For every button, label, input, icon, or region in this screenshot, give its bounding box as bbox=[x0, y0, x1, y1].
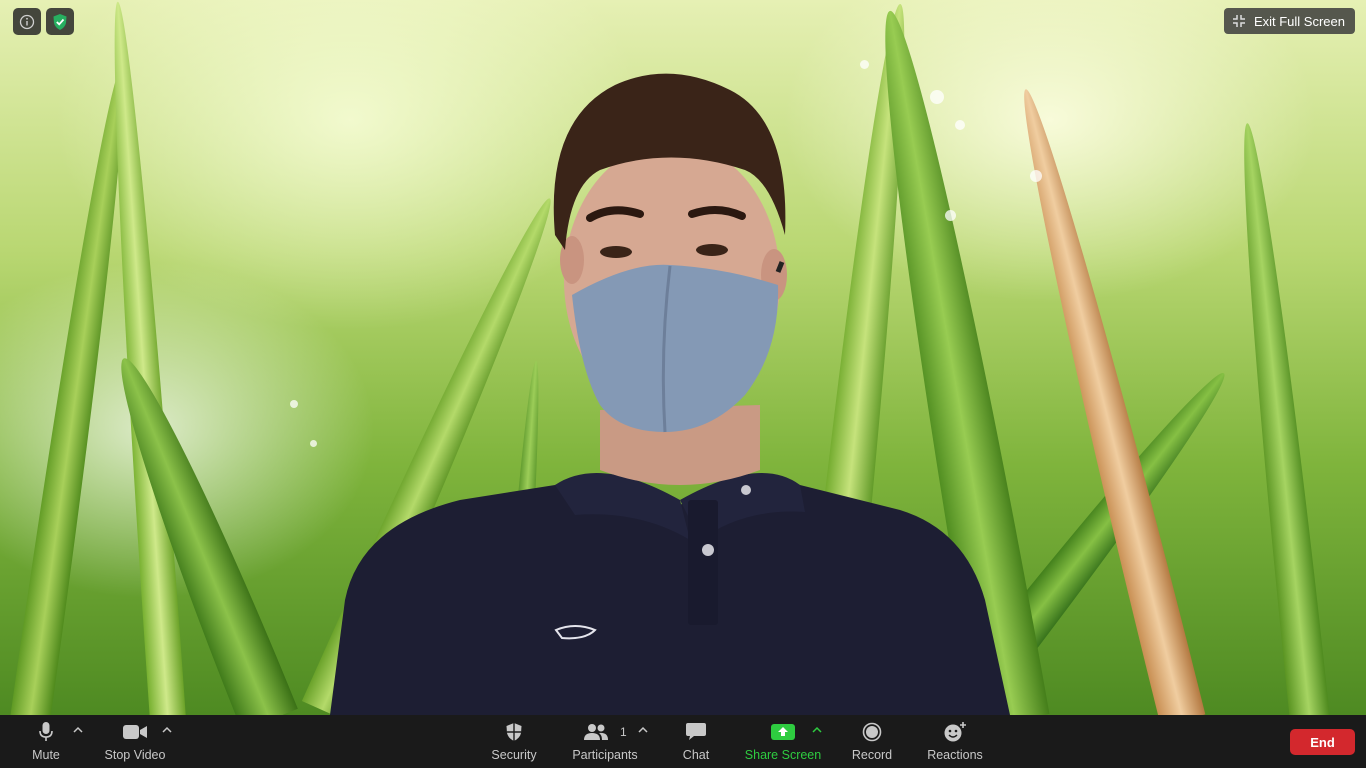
chat-bubble-icon bbox=[686, 723, 706, 740]
share-screen-button[interactable]: Share Screen bbox=[742, 715, 824, 768]
video-feed bbox=[0, 0, 1366, 715]
record-button[interactable]: Record bbox=[848, 715, 896, 768]
end-meeting-button[interactable]: End bbox=[1290, 729, 1355, 755]
participants-options-chevron-icon[interactable] bbox=[637, 725, 649, 735]
share-screen-options-chevron-icon[interactable] bbox=[811, 725, 823, 735]
chat-button[interactable]: Chat bbox=[676, 715, 716, 768]
exit-full-screen-button[interactable]: Exit Full Screen bbox=[1223, 8, 1355, 34]
record-label: Record bbox=[851, 748, 893, 762]
participants-button[interactable]: Participants bbox=[566, 715, 644, 768]
stop-video-button[interactable]: Stop Video bbox=[100, 715, 170, 768]
audio-options-chevron-icon[interactable] bbox=[72, 725, 84, 735]
mute-label: Mute bbox=[32, 748, 60, 762]
stop-video-label: Stop Video bbox=[104, 748, 166, 762]
participants-label: Participants bbox=[572, 748, 638, 762]
meeting-info-button[interactable] bbox=[13, 8, 41, 35]
video-options-chevron-icon[interactable] bbox=[161, 725, 173, 735]
exit-full-screen-label: Exit Full Screen bbox=[1253, 13, 1345, 29]
security-button[interactable]: Security bbox=[485, 715, 543, 768]
info-icon bbox=[19, 14, 35, 29]
exit-full-screen-icon bbox=[1232, 15, 1245, 27]
participants-count: 1 bbox=[620, 725, 627, 739]
record-icon bbox=[862, 722, 882, 742]
microphone-icon bbox=[39, 722, 53, 741]
participant-video bbox=[330, 73, 1010, 715]
reactions-button[interactable]: Reactions bbox=[924, 715, 986, 768]
share-screen-icon bbox=[771, 724, 795, 740]
shield-icon bbox=[506, 723, 522, 741]
meeting-toolbar: Mute Stop Video Security Participants 1 … bbox=[0, 715, 1366, 768]
reactions-label: Reactions bbox=[927, 748, 983, 762]
shield-check-icon bbox=[53, 13, 67, 30]
mute-button[interactable]: Mute bbox=[28, 715, 64, 768]
chat-label: Chat bbox=[682, 748, 710, 762]
participants-icon bbox=[584, 724, 608, 740]
security-label: Security bbox=[491, 748, 537, 762]
video-camera-icon bbox=[123, 725, 147, 739]
share-screen-label: Share Screen bbox=[744, 748, 822, 762]
emoji-plus-icon bbox=[944, 722, 966, 742]
encryption-button[interactable] bbox=[46, 8, 74, 35]
